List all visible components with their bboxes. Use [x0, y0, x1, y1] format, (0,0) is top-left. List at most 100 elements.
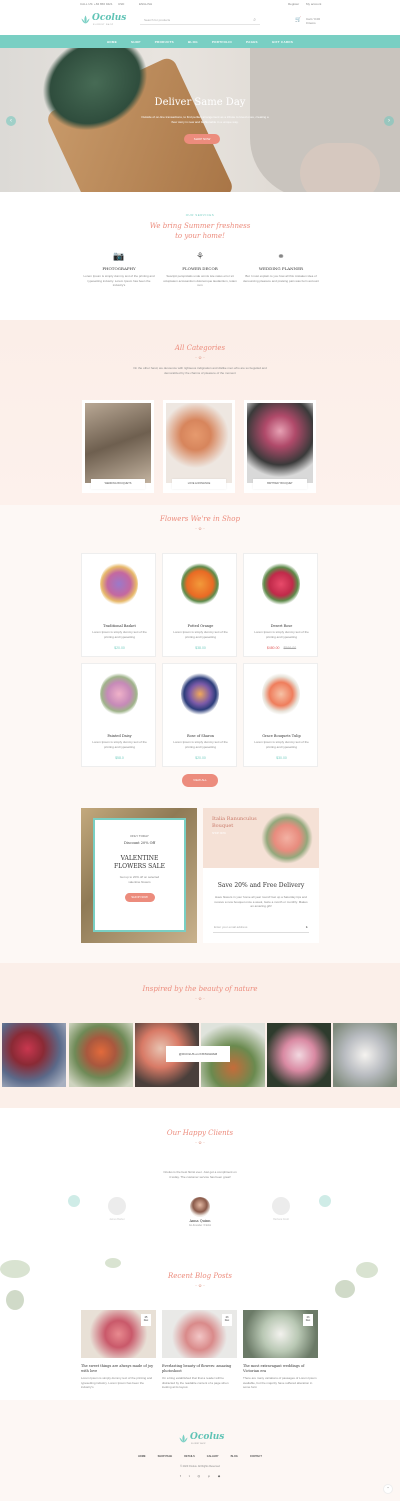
- post-title[interactable]: The most extravagant weddings of Victori…: [243, 1364, 318, 1374]
- nav-shop[interactable]: SHOP: [131, 40, 141, 44]
- newsletter-email-input[interactable]: Enter your email address ➤: [213, 925, 309, 933]
- footer-nav-contact[interactable]: CONTACT: [250, 1455, 262, 1458]
- instagram-heading: Inspired by the beauty of nature: [142, 985, 258, 993]
- blog-post[interactable]: 23 Dec Everlasting beauty of flowers: ama…: [162, 1310, 237, 1390]
- category-label[interactable]: LOVE & ROMANCE: [172, 479, 226, 489]
- post-title[interactable]: The sweet things are always made of joy …: [81, 1364, 156, 1374]
- footer-nav-shop[interactable]: SHOP PAGE: [158, 1455, 173, 1458]
- product-card[interactable]: Rose of Sharon Lorem Ipsum is simply dum…: [162, 663, 237, 767]
- search-placeholder: Search for products: [144, 18, 171, 22]
- instagram-photo[interactable]: [267, 1023, 331, 1087]
- testimonial-next-icon[interactable]: [319, 1195, 331, 1207]
- logo-name: Ocolus: [92, 13, 127, 23]
- cart-items: 0 items: [306, 21, 316, 25]
- product-card[interactable]: Painted Daisy Lorem Ipsum is simply dumm…: [81, 663, 156, 767]
- client-name: Anna Quinn: [189, 1219, 211, 1223]
- facebook-icon[interactable]: f: [180, 1474, 181, 1478]
- divider-ornament-icon: ~ ✿ ~: [194, 996, 206, 1001]
- product-card[interactable]: Traditional Basket Lorem Ipsum is simply…: [81, 553, 156, 657]
- banner-shop-link[interactable]: SHOP NOW: [212, 832, 226, 835]
- nav-gift-cards[interactable]: GIFT CARDS: [272, 40, 293, 44]
- client-avatar-left[interactable]: [108, 1197, 126, 1215]
- product-name[interactable]: Painted Daisy: [82, 734, 157, 738]
- footer-nav-gallery[interactable]: GALLERY: [207, 1455, 219, 1458]
- service-photography: 📷 PHOTOGRAPHY Lorem Ipsum is simply dumm…: [81, 251, 157, 288]
- promo-shop-button[interactable]: SHOP NOW: [124, 893, 155, 902]
- newsletter-box: Save 20% and Free Delivery Have flowers …: [203, 868, 319, 943]
- cart-icon: 🛒: [295, 17, 302, 23]
- blog-image[interactable]: 23 Dec: [243, 1310, 318, 1358]
- email-placeholder: Enter your email address: [214, 925, 248, 929]
- footer-nav-home[interactable]: HOME: [138, 1455, 146, 1458]
- send-icon[interactable]: ➤: [305, 925, 308, 929]
- category-card-wedding[interactable]: WEDDING BOUQUETS: [82, 400, 154, 493]
- language-selector[interactable]: ENGLISH: [139, 2, 152, 6]
- valentine-promo-card: ONLY TODAY Discount 20% Off VALENTINE FL…: [93, 818, 186, 932]
- ranunculus-banner[interactable]: Italia Ranunculus Bouquet SHOP NOW: [203, 808, 319, 868]
- instagram-photo[interactable]: [333, 1023, 397, 1087]
- footer-nav-details[interactable]: DETAILS: [184, 1455, 195, 1458]
- testimonial-prev-icon[interactable]: [68, 1195, 80, 1207]
- product-name[interactable]: Desert Rose: [244, 624, 319, 628]
- search-input[interactable]: Search for products ⌕: [140, 16, 260, 25]
- blog-post[interactable]: 23 Dec The most extravagant weddings of V…: [243, 1310, 318, 1390]
- client-avatar-right[interactable]: [272, 1197, 290, 1215]
- decor-leaf: [105, 1258, 121, 1268]
- nav-pages[interactable]: PAGES: [246, 40, 258, 44]
- product-name[interactable]: Potted Orange: [163, 624, 238, 628]
- register-link[interactable]: Register: [288, 2, 299, 6]
- category-label[interactable]: WEDDING BOUQUETS: [91, 479, 145, 489]
- hero-shop-button[interactable]: SHOP NOW: [184, 134, 220, 144]
- product-card[interactable]: Desert Rose Lorem Ipsum is simply dummy …: [243, 553, 318, 657]
- lotus-icon: [179, 1434, 188, 1443]
- dribbble-icon[interactable]: ◆: [218, 1474, 220, 1478]
- promo-discount: Discount 20% Off: [123, 841, 156, 845]
- nav-portfolio[interactable]: PORTFOLIO: [212, 40, 232, 44]
- logo[interactable]: Ocolus FLORIST SHOP: [80, 13, 126, 31]
- nav-blog[interactable]: BLOG: [188, 40, 198, 44]
- blog-image[interactable]: 25 Dec: [81, 1310, 156, 1358]
- main-nav: HOME SHOP PRODUCTS BLOG PORTFOLIO PAGES …: [0, 35, 400, 48]
- back-to-top-icon[interactable]: ⌃: [383, 1484, 393, 1494]
- blog-post[interactable]: 25 Dec The sweet things are always made o…: [81, 1310, 156, 1390]
- post-title[interactable]: Everlasting beauty of flowers: amazing p…: [162, 1364, 237, 1374]
- hero-next-arrow-icon[interactable]: ›: [384, 116, 394, 126]
- pinterest-icon[interactable]: p: [208, 1474, 210, 1478]
- instagram-badge[interactable]: @OCOLUS on INSTAGRAM: [166, 1046, 230, 1062]
- post-date: 23 Dec: [222, 1314, 232, 1326]
- product-sale-price: $480.00: [266, 646, 280, 650]
- newsletter-title: Save 20% and Free Delivery: [217, 882, 305, 889]
- search-icon[interactable]: ⌕: [253, 17, 256, 23]
- service-wedding-planner: ⚭ WEDDING PLANNER But I must explain to …: [243, 251, 319, 283]
- currency-selector[interactable]: USD: [118, 2, 124, 6]
- footer: [0, 1400, 400, 1501]
- instagram-icon[interactable]: ◎: [198, 1474, 201, 1478]
- view-all-button[interactable]: VIEW ALL: [182, 774, 218, 787]
- instagram-photo[interactable]: [69, 1023, 133, 1087]
- nav-home[interactable]: HOME: [107, 40, 117, 44]
- decor-leaf: [6, 1290, 24, 1310]
- product-name[interactable]: Traditional Basket: [82, 624, 157, 628]
- twitter-icon[interactable]: t: [189, 1474, 190, 1478]
- instagram-photo[interactable]: [2, 1023, 66, 1087]
- category-card-love[interactable]: LOVE & ROMANCE: [163, 400, 235, 493]
- product-name[interactable]: Rose of Sharon: [163, 734, 238, 738]
- rings-icon: ⚭: [277, 251, 285, 261]
- product-card[interactable]: Grace Bouquets Tulip Lorem Ipsum is simp…: [243, 663, 318, 767]
- footer-logo[interactable]: Ocolus FLORIST SHOP: [178, 1432, 228, 1450]
- hero-prev-arrow-icon[interactable]: ‹: [6, 116, 16, 126]
- category-label[interactable]: BIRTHDAY BOUQUET: [253, 479, 307, 489]
- social-links: f t ◎ p ◆: [0, 1474, 400, 1478]
- product-image: [262, 562, 300, 606]
- product-name[interactable]: Grace Bouquets Tulip: [244, 734, 319, 738]
- product-price-row: $480.00 $599.00: [244, 646, 319, 650]
- product-card[interactable]: Potted Orange Lorem Ipsum is simply dumm…: [162, 553, 237, 657]
- nav-products[interactable]: PRODUCTS: [155, 40, 174, 44]
- post-month: Dec: [305, 1319, 311, 1322]
- category-card-birthday[interactable]: BIRTHDAY BOUQUET: [244, 400, 316, 493]
- post-date: 25 Dec: [141, 1314, 151, 1326]
- footer-nav-blog[interactable]: BLOG: [231, 1455, 238, 1458]
- service-flower-decor: ⚘ FLOWER DECOR Suscipit perspiciatis und…: [162, 251, 238, 288]
- blog-image[interactable]: 23 Dec: [162, 1310, 237, 1358]
- account-link[interactable]: My account: [306, 2, 321, 6]
